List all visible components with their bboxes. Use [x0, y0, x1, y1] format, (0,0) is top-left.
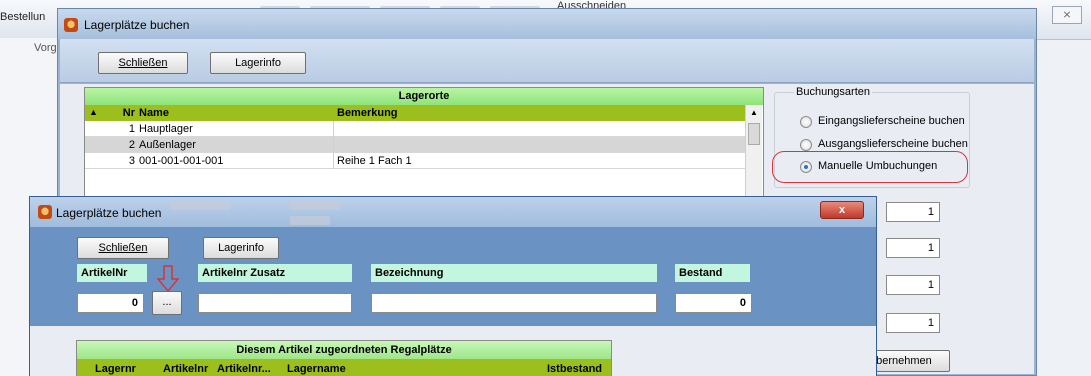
regalplaetze-title: Diesem Artikel zugeordneten Regalplätze: [77, 341, 611, 359]
column-header-artikelnr[interactable]: Artikelnr: [163, 363, 208, 375]
scroll-up-icon[interactable]: ▲: [746, 105, 762, 121]
bezeichnung-label: Bezeichnung: [371, 264, 657, 282]
column-divider: [333, 153, 334, 169]
column-header-name[interactable]: Name: [139, 107, 169, 119]
close-button[interactable]: x: [820, 201, 864, 219]
artikelnr-zusatz-input[interactable]: [198, 293, 352, 313]
schliessen-label: Schließen: [98, 242, 148, 254]
artikelnr-input[interactable]: 0: [77, 293, 144, 313]
bezeichnung-input[interactable]: [371, 293, 657, 313]
table-row[interactable]: 3 001-001-001-001 Reihe 1 Fach 1: [85, 153, 745, 169]
dialog-title: Lagerplätze buchen: [84, 18, 190, 32]
row-name: 001-001-001-001: [139, 155, 224, 167]
schliessen-button[interactable]: Schließen: [77, 237, 169, 259]
radio-eingangslieferscheine[interactable]: [800, 116, 812, 128]
radio-label-eingangslieferscheine[interactable]: Eingangslieferscheine buchen: [818, 115, 965, 127]
column-header-lagername[interactable]: Lagername: [287, 363, 346, 375]
regalplaetze-header: Lagernr Artikelnr Artikelnr... Lagername…: [77, 359, 611, 376]
scrollbar-thumb[interactable]: [748, 123, 760, 145]
table-row[interactable]: 1 Hauptlager: [85, 121, 745, 137]
schliessen-label: Schließen: [118, 57, 168, 69]
quantity-field[interactable]: 1: [886, 275, 940, 295]
artikelnr-zusatz-label: Artikelnr Zusatz: [198, 264, 352, 282]
annotation-arrow-icon: [156, 265, 180, 293]
article-lookup-button[interactable]: ...: [152, 291, 182, 315]
regalplaetze-grid[interactable]: Diesem Artikel zugeordneten Regalplätze …: [76, 340, 612, 376]
schliessen-button[interactable]: Schließen: [98, 52, 188, 74]
sort-ascending-icon[interactable]: ▲: [89, 107, 98, 117]
dialog-title-bar[interactable]: Lagerplätze buchen: [58, 9, 1036, 39]
lagerorte-title: Lagerorte: [85, 88, 763, 105]
dialog-toolbar: Schließen Lagerinfo: [60, 39, 1034, 83]
column-header-artikelnr-zusatz[interactable]: Artikelnr...: [217, 363, 271, 375]
dialog-title: Lagerplätze buchen: [56, 206, 162, 220]
quantity-field[interactable]: 1: [886, 238, 940, 258]
lagerinfo-button[interactable]: Lagerinfo: [203, 237, 279, 259]
artikelnr-label: ArtikelNr: [77, 264, 147, 282]
blurred-background-item: [170, 201, 230, 210]
dialog-title-bar[interactable]: Lagerplätze buchen x: [30, 197, 876, 227]
article-form: Schließen Lagerinfo ArtikelNr Artikelnr …: [30, 227, 876, 326]
blurred-background-item: [290, 216, 330, 225]
table-row-selected[interactable]: 2 Außenlager: [85, 137, 745, 153]
column-header-bemerkung[interactable]: Bemerkung: [337, 107, 398, 119]
bestand-label: Bestand: [675, 264, 750, 282]
background-tab-bestellung[interactable]: Bestellun: [0, 11, 45, 23]
radio-label-ausgangslieferscheine[interactable]: Ausgangslieferscheine buchen: [818, 138, 968, 150]
quantity-field[interactable]: 1: [886, 313, 940, 333]
row-nr: 1: [128, 123, 135, 135]
radio-ausgangslieferscheine[interactable]: [800, 139, 812, 151]
blurred-background-item: [290, 201, 340, 210]
lagerinfo-button[interactable]: Lagerinfo: [210, 52, 306, 74]
bestand-input[interactable]: 0: [675, 293, 752, 313]
annotation-red-ellipse: [772, 151, 968, 183]
lagerorte-grid[interactable]: Lagerorte ▲ Nr Name Bemerkung 1 Hauptlag…: [84, 87, 764, 205]
row-name: Außenlager: [139, 139, 196, 151]
lagerorte-header: ▲ Nr Name Bemerkung: [85, 105, 745, 121]
column-header-istbestand[interactable]: Istbestand: [547, 363, 602, 375]
app-icon: [38, 205, 52, 219]
row-name: Hauptlager: [139, 123, 193, 135]
app-icon: [64, 18, 78, 32]
buchungsarten-legend: Buchungsarten: [794, 86, 872, 98]
quantity-field[interactable]: 1: [886, 202, 940, 222]
vertical-scrollbar[interactable]: ▲: [745, 105, 762, 204]
column-divider: [333, 137, 334, 153]
column-header-nr[interactable]: Nr: [115, 107, 135, 119]
background-close-button[interactable]: ⨯: [1052, 6, 1082, 24]
column-divider: [333, 121, 334, 137]
row-nr: 3: [128, 155, 135, 167]
row-nr: 2: [128, 139, 135, 151]
row-bemerkung: Reihe 1 Fach 1: [337, 155, 412, 167]
column-header-lagernr[interactable]: Lagernr: [95, 363, 136, 375]
